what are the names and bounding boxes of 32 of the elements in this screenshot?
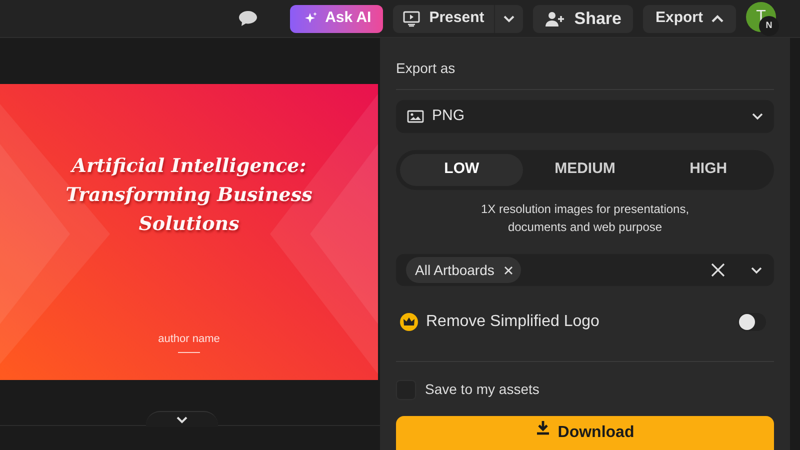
collapse-tab[interactable] xyxy=(146,411,218,427)
add-user-icon xyxy=(545,10,566,26)
artboard-selector[interactable]: All Artboards xyxy=(396,254,774,286)
download-icon xyxy=(536,421,550,436)
chevron-down-icon xyxy=(176,416,188,424)
chevron-down-icon xyxy=(752,112,763,120)
download-button[interactable]: Download xyxy=(396,416,774,450)
presentation-icon xyxy=(403,10,420,26)
quality-tab[interactable]: HIGH xyxy=(646,154,770,186)
share-button[interactable]: Share xyxy=(533,4,634,32)
chevron-down-icon[interactable] xyxy=(751,266,762,274)
image-icon xyxy=(407,110,424,123)
quality-tab[interactable]: MEDIUM xyxy=(523,154,647,186)
remove-logo-label: Remove Simplified Logo xyxy=(426,312,600,332)
panel-heading: Export as xyxy=(396,58,774,90)
ask-ai-button[interactable]: Ask AI xyxy=(290,4,384,32)
export-button[interactable]: Export xyxy=(643,4,736,32)
crown-icon xyxy=(400,313,418,332)
author-name: author name xyxy=(158,332,220,347)
quality-description: 1X resolution images for presentations, documents and web purpose xyxy=(480,200,690,236)
clear-icon[interactable] xyxy=(711,263,725,278)
dropdown-value: PNG xyxy=(432,106,466,126)
slide[interactable]: Artificial Intelligence: Transforming Business Solutions author name xyxy=(0,84,378,380)
toggle-switch[interactable] xyxy=(738,313,766,332)
format-dropdown[interactable]: PNG xyxy=(396,100,774,133)
chevron-down-icon xyxy=(503,14,516,22)
remove-icon[interactable] xyxy=(504,266,514,275)
quality-tab[interactable]: LOW xyxy=(400,154,524,186)
artboard-chip[interactable]: All Artboards xyxy=(406,257,522,284)
checkbox-label: Save to my assets xyxy=(425,380,540,400)
slide-title: Artificial Intelligence: Transforming Business Solutions xyxy=(64,154,314,237)
chat-icon[interactable] xyxy=(238,10,258,27)
